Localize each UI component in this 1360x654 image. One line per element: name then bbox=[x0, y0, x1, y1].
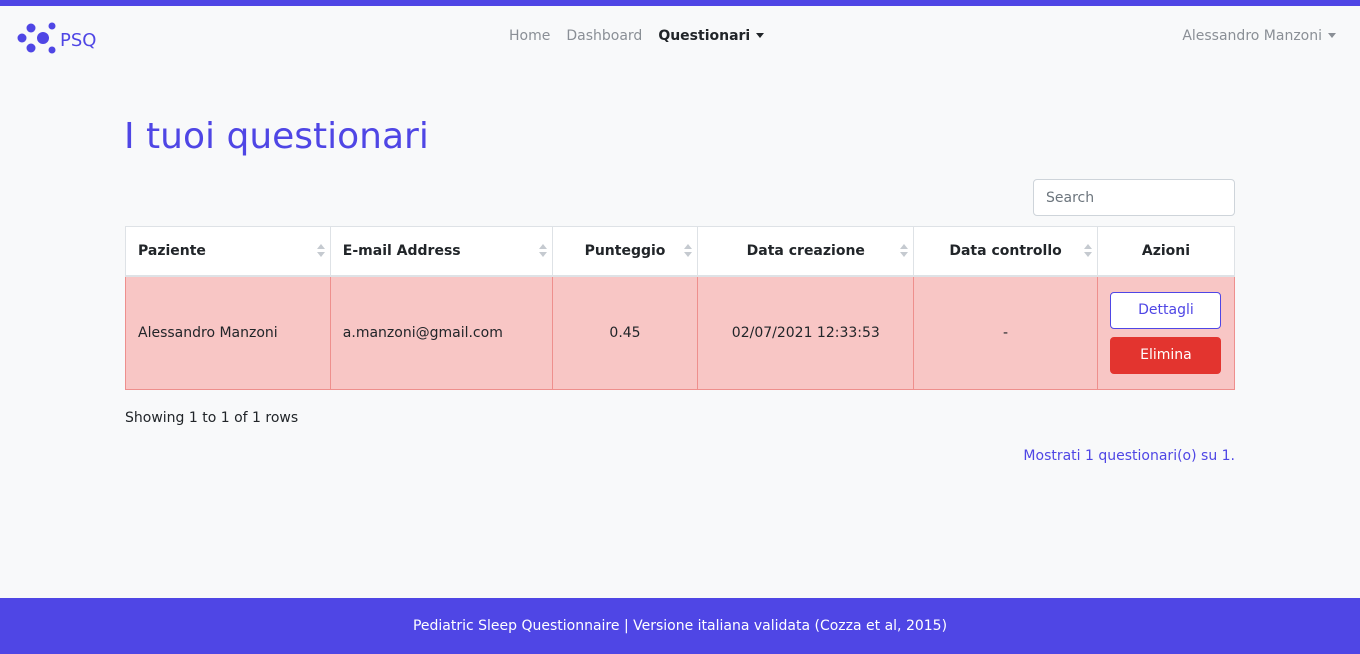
column-header-data-controllo[interactable]: Data controllo bbox=[913, 226, 1098, 277]
column-header-data-creazione[interactable]: Data creazione bbox=[697, 226, 915, 277]
column-header-label: Data controllo bbox=[949, 242, 1062, 259]
caret-down-icon bbox=[1328, 32, 1336, 38]
nav-questionari-dropdown[interactable]: Questionari bbox=[658, 28, 765, 44]
footer-text: Pediatric Sleep Questionnaire | Versione… bbox=[412, 618, 948, 634]
column-header-azioni: Azioni bbox=[1096, 226, 1236, 277]
sort-icon bbox=[1083, 244, 1092, 258]
results-summary: Mostrati 1 questionari(o) su 1. bbox=[1023, 448, 1235, 464]
caret-down-icon bbox=[756, 32, 765, 38]
user-menu-dropdown[interactable]: Alessandro Manzoni bbox=[1182, 28, 1336, 44]
cell-punteggio: 0.45 bbox=[551, 275, 699, 390]
column-header-label: E-mail Address bbox=[342, 242, 461, 259]
footer: Pediatric Sleep Questionnaire | Versione… bbox=[0, 598, 1360, 654]
user-name: Alessandro Manzoni bbox=[1182, 28, 1322, 44]
column-header-email[interactable]: E-mail Address bbox=[329, 226, 553, 277]
column-header-label: Paziente bbox=[138, 242, 206, 259]
cell-data-controllo: - bbox=[913, 275, 1098, 390]
nav-questionari-label: Questionari bbox=[658, 28, 751, 44]
delete-button[interactable]: Elimina bbox=[1110, 336, 1222, 374]
sort-icon bbox=[538, 244, 547, 258]
details-button[interactable]: Dettagli bbox=[1110, 291, 1222, 329]
dots-network-icon bbox=[16, 20, 56, 60]
cell-paziente: Alessandro Manzoni bbox=[125, 275, 331, 390]
cell-azioni: Dettagli Elimina bbox=[1096, 275, 1236, 390]
cell-email: a.manzoni@gmail.com bbox=[329, 275, 553, 390]
column-header-label: Azioni bbox=[1141, 242, 1191, 259]
questionnaires-table: Paziente E-mail Address Punteggio Data c… bbox=[125, 226, 1236, 390]
nav-dashboard[interactable]: Dashboard bbox=[566, 28, 642, 44]
column-header-paziente[interactable]: Paziente bbox=[125, 226, 331, 277]
sort-icon bbox=[900, 244, 909, 258]
brand-name: PSQ bbox=[60, 29, 97, 51]
search-input[interactable] bbox=[1033, 179, 1235, 216]
table-row: Alessandro Manzoni a.manzoni@gmail.com 0… bbox=[125, 275, 1236, 390]
cell-data-creazione: 02/07/2021 12:33:53 bbox=[697, 275, 915, 390]
main-nav: Home Dashboard Questionari bbox=[509, 28, 765, 44]
pagination-info: Showing 1 to 1 of 1 rows bbox=[125, 410, 299, 426]
column-header-label: Data creazione bbox=[746, 242, 865, 259]
page-title: I tuoi questionari bbox=[124, 116, 429, 157]
sort-icon bbox=[316, 244, 325, 258]
column-header-punteggio[interactable]: Punteggio bbox=[551, 226, 699, 277]
column-header-label: Punteggio bbox=[584, 242, 666, 259]
nav-home[interactable]: Home bbox=[509, 28, 550, 44]
brand-link[interactable]: PSQ bbox=[16, 20, 96, 60]
navbar: PSQ Home Dashboard Questionari Alessandr… bbox=[0, 6, 1360, 68]
table-header-row: Paziente E-mail Address Punteggio Data c… bbox=[125, 226, 1236, 277]
sort-icon bbox=[684, 244, 693, 258]
